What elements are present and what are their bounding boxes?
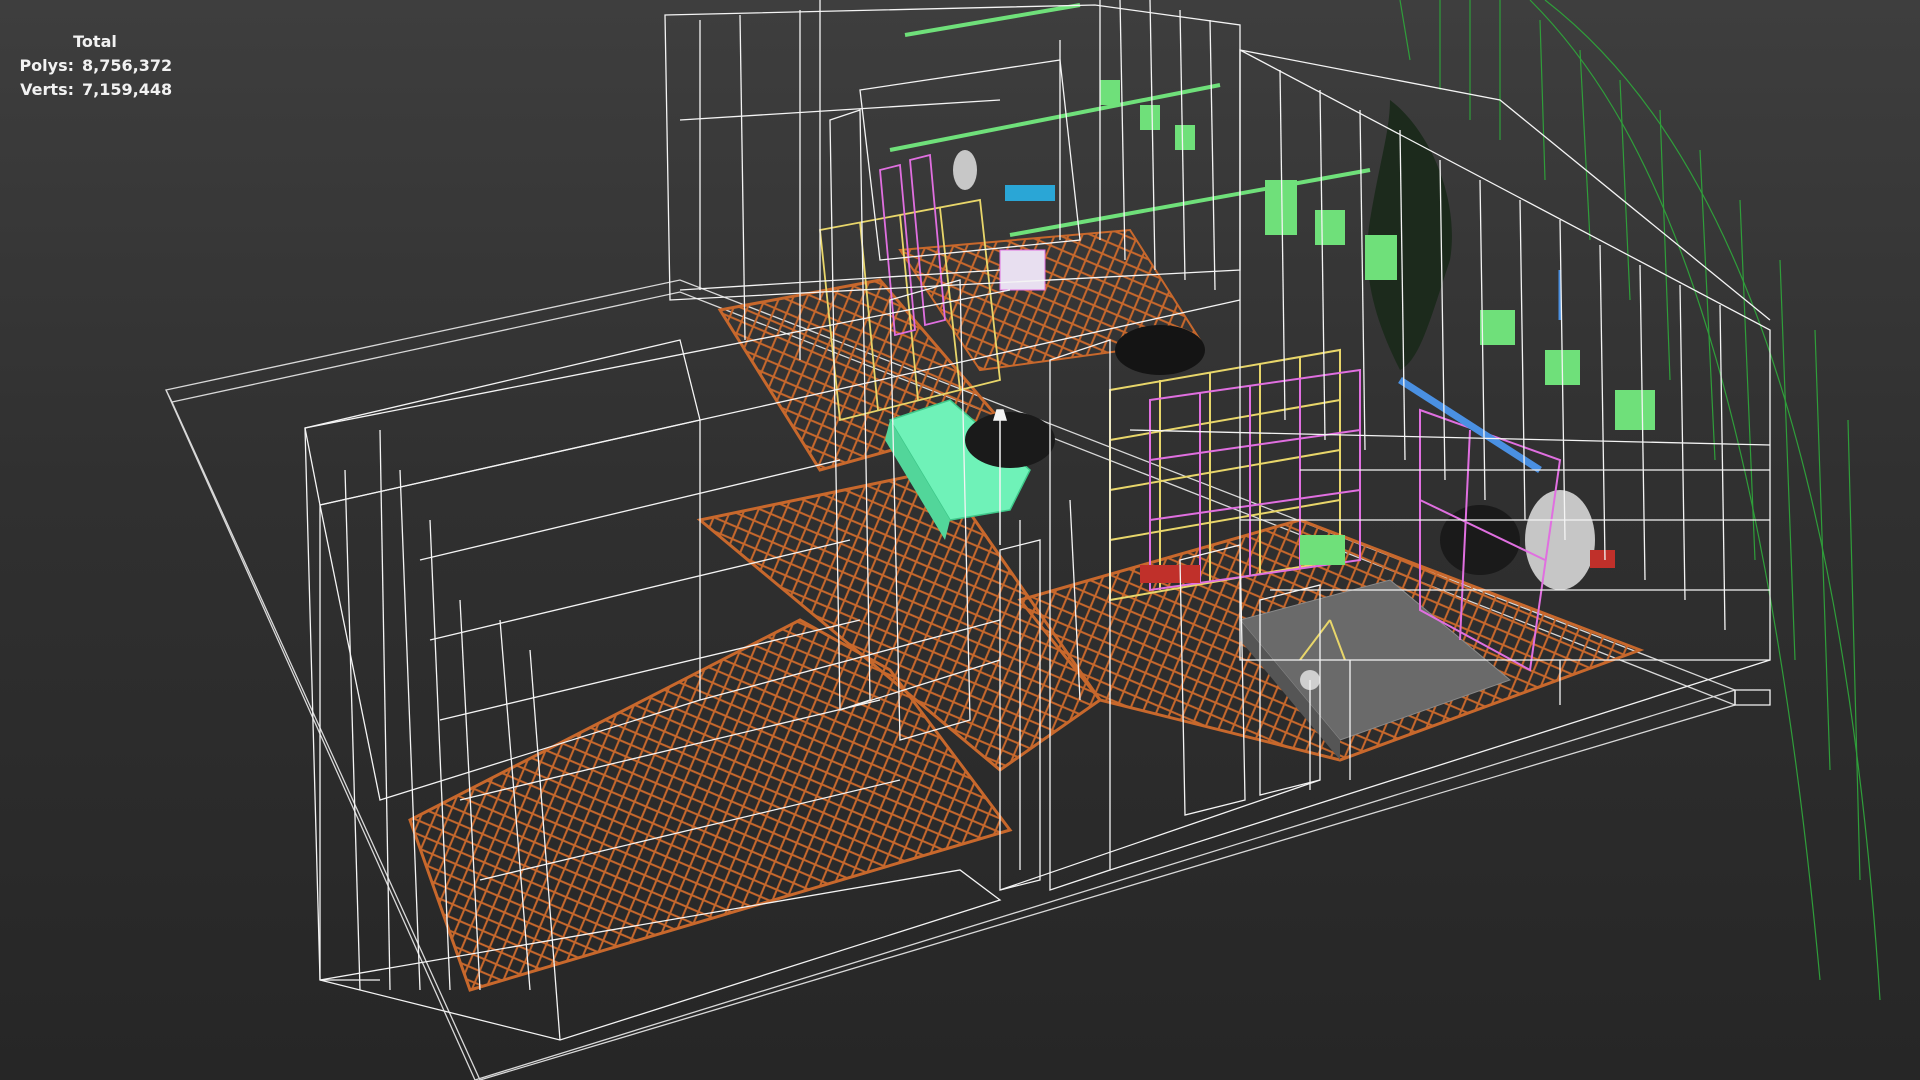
- stats-row-verts: Verts: 7,159,448: [12, 78, 178, 102]
- viewport-statistics: Total Polys: 8,756,372 Verts: 7,159,448: [12, 30, 178, 102]
- camera-frustum: [1399, 0, 1881, 1001]
- verts-label: Verts:: [20, 80, 74, 99]
- wood-floor: [408, 228, 1645, 992]
- viewport-perspective[interactable]: Total Polys: 8,756,372 Verts: 7,159,448: [0, 0, 1920, 1080]
- verts-value: 7,159,448: [82, 80, 173, 99]
- scene-wireframe[interactable]: [0, 0, 1920, 1080]
- stats-row-polys: Polys: 8,756,372: [12, 54, 178, 78]
- stats-title: Total: [73, 32, 117, 51]
- polys-label: Polys:: [19, 56, 74, 75]
- polys-value: 8,756,372: [82, 56, 173, 75]
